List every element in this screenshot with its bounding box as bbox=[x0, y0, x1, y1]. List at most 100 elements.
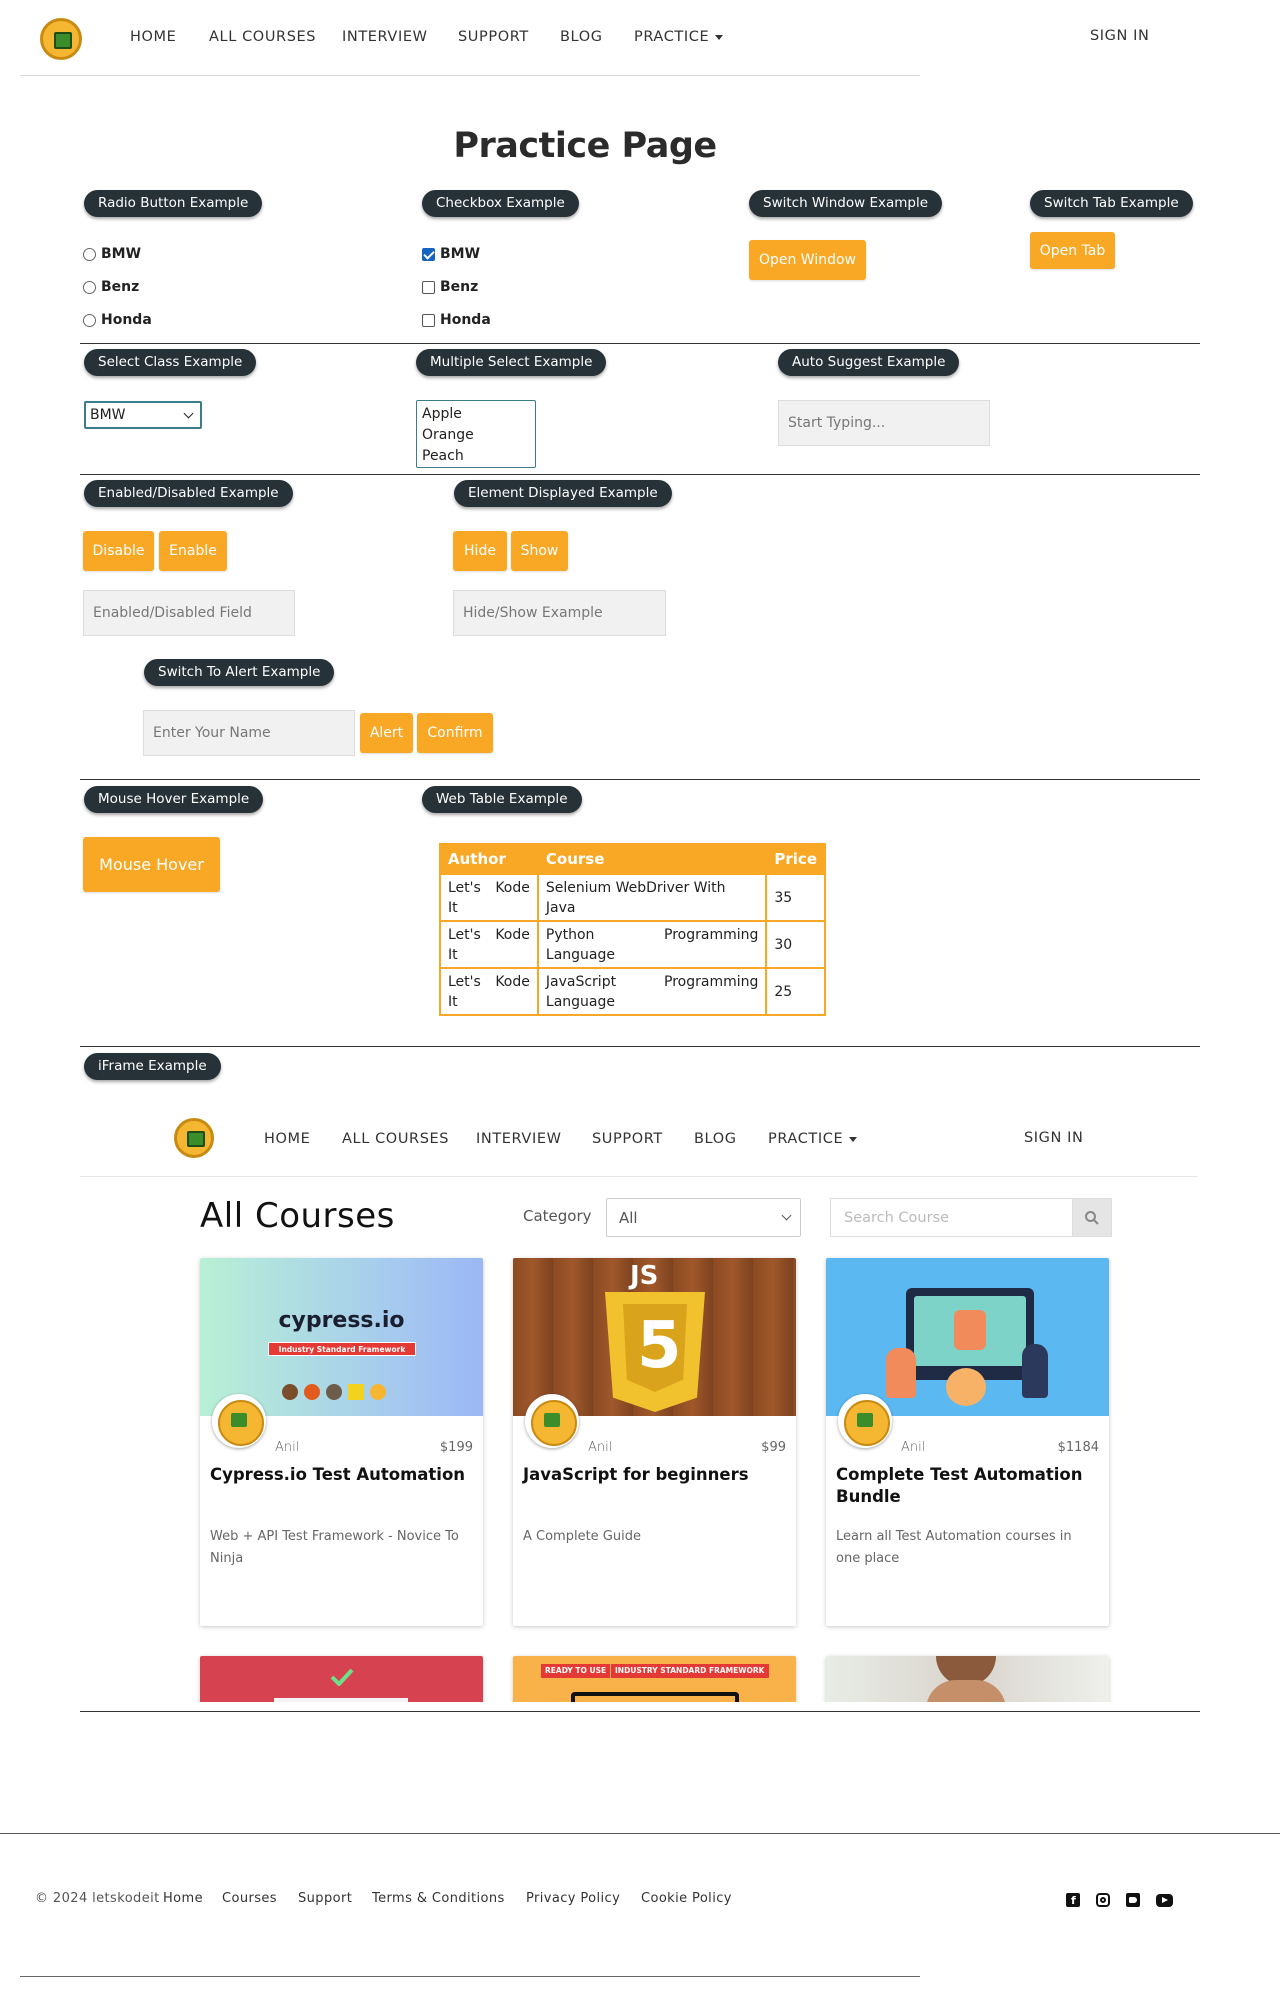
alert-legend: Switch To Alert Example bbox=[144, 659, 335, 686]
nav-practice[interactable]: PRACTICE bbox=[634, 29, 724, 45]
iframe-nav-divider bbox=[80, 1176, 1198, 1177]
name-input[interactable]: Enter Your Name bbox=[143, 710, 355, 756]
course-image-javascript: JS 5 bbox=[513, 1258, 796, 1416]
facebook-icon[interactable]: f bbox=[1066, 1893, 1080, 1907]
table-row: Let's Kode It Python Programming Languag… bbox=[439, 920, 826, 969]
checkbox-box[interactable] bbox=[422, 280, 435, 294]
course-card-cypress[interactable]: cypress.io Industry Standard Framework A… bbox=[200, 1258, 483, 1626]
section-divider bbox=[80, 1711, 1200, 1712]
checkbox-box[interactable] bbox=[422, 247, 435, 261]
nav-interview[interactable]: INTERVIEW bbox=[342, 29, 428, 45]
checkbox-honda[interactable]: Honda bbox=[422, 312, 491, 328]
nav-blog[interactable]: BLOG bbox=[560, 29, 603, 45]
element-displayed-legend: Element Displayed Example bbox=[454, 480, 672, 507]
course-author: Anil bbox=[588, 1440, 613, 1455]
iframe-nav-all-courses[interactable]: ALL COURSES bbox=[342, 1131, 449, 1147]
nav-support[interactable]: SUPPORT bbox=[458, 29, 529, 45]
multi-select-option[interactable]: Apple bbox=[422, 404, 530, 425]
course-image-partial bbox=[826, 1656, 1109, 1702]
enabled-example-input[interactable]: Enabled/Disabled Field bbox=[83, 590, 295, 636]
course-price: $199 bbox=[439, 1440, 473, 1455]
footer-link-cookie[interactable]: Cookie Policy bbox=[641, 1891, 732, 1906]
checkbox-box[interactable] bbox=[422, 313, 435, 327]
course-card-partial[interactable]: READY TO USE INDUSTRY STANDARD FRAMEWORK bbox=[513, 1656, 796, 1702]
course-card-partial[interactable] bbox=[200, 1656, 483, 1702]
table-cell-price: 30 bbox=[765, 920, 826, 969]
hide-button[interactable]: Hide bbox=[453, 531, 507, 571]
radio-circle[interactable] bbox=[83, 280, 96, 294]
course-price: $99 bbox=[761, 1440, 786, 1455]
course-card-javascript[interactable]: JS 5 Anil $99 JavaScript for beginners A… bbox=[513, 1258, 796, 1626]
fruit-multi-select[interactable]: Apple Orange Peach bbox=[416, 400, 536, 468]
open-window-button[interactable]: Open Window bbox=[749, 240, 866, 280]
iframe-nav-interview[interactable]: INTERVIEW bbox=[476, 1131, 562, 1147]
radio-label: Benz bbox=[101, 279, 140, 295]
col-header-author: Author bbox=[439, 843, 539, 875]
iframe-nav-sign-in[interactable]: SIGN IN bbox=[1024, 1130, 1084, 1146]
footer-link-privacy[interactable]: Privacy Policy bbox=[526, 1891, 620, 1906]
section-divider bbox=[80, 779, 1200, 780]
car-select[interactable]: BMW bbox=[84, 401, 202, 429]
nav-all-courses[interactable]: ALL COURSES bbox=[209, 29, 316, 45]
youtube-icon[interactable] bbox=[1156, 1894, 1173, 1907]
nav-divider bbox=[20, 75, 920, 76]
search-button[interactable] bbox=[1072, 1198, 1112, 1237]
confirm-button[interactable]: Confirm bbox=[417, 713, 493, 753]
mouse-hover-legend: Mouse Hover Example bbox=[84, 786, 264, 813]
checkbox-benz[interactable]: Benz bbox=[422, 279, 478, 295]
nav-home[interactable]: HOME bbox=[130, 29, 176, 45]
table-cell-author: Let's Kode It bbox=[439, 873, 539, 922]
mouse-hover-button[interactable]: Mouse Hover bbox=[83, 837, 220, 892]
category-select[interactable]: All bbox=[606, 1198, 801, 1237]
course-card-bundle[interactable]: Anil $1184 Complete Test Automation Bund… bbox=[826, 1258, 1109, 1626]
footer-link-terms[interactable]: Terms & Conditions bbox=[372, 1891, 505, 1906]
nav-sign-in[interactable]: SIGN IN bbox=[1090, 28, 1150, 44]
alert-button[interactable]: Alert bbox=[360, 713, 413, 753]
table-cell-author: Let's Kode It bbox=[439, 967, 539, 1016]
radio-bmw[interactable]: BMW bbox=[83, 246, 141, 262]
instagram-icon[interactable] bbox=[1096, 1893, 1110, 1907]
course-image-partial bbox=[200, 1656, 483, 1702]
iframe-nav-home[interactable]: HOME bbox=[264, 1131, 310, 1147]
footer-link-support[interactable]: Support bbox=[298, 1891, 352, 1906]
twitter-icon[interactable] bbox=[1126, 1893, 1140, 1907]
radio-circle[interactable] bbox=[83, 313, 96, 327]
tool-icons-row bbox=[282, 1384, 386, 1400]
iframe-nav-support[interactable]: SUPPORT bbox=[592, 1131, 663, 1147]
radio-circle[interactable] bbox=[83, 247, 96, 261]
radio-label: BMW bbox=[101, 246, 142, 262]
checkbox-label: BMW bbox=[440, 246, 481, 262]
autosuggest-input[interactable]: Start Typing... bbox=[778, 400, 990, 446]
enabled-disabled-legend: Enabled/Disabled Example bbox=[84, 480, 293, 507]
iframe-nav-practice[interactable]: PRACTICE bbox=[768, 1131, 858, 1147]
multi-select-option[interactable]: Orange bbox=[422, 425, 530, 446]
auto-suggest-legend: Auto Suggest Example bbox=[778, 349, 960, 376]
enable-button[interactable]: Enable bbox=[159, 531, 227, 571]
footer-link-courses[interactable]: Courses bbox=[222, 1891, 277, 1906]
iframe-nav-blog[interactable]: BLOG bbox=[694, 1131, 737, 1147]
footer-link-home[interactable]: Home bbox=[163, 1891, 203, 1906]
open-tab-button[interactable]: Open Tab bbox=[1030, 232, 1115, 269]
web-table-wrapper: Author Course Price Let's Kode It Seleni… bbox=[439, 843, 826, 1016]
iframe-logo[interactable] bbox=[174, 1118, 214, 1158]
disable-button[interactable]: Disable bbox=[83, 531, 154, 571]
courses-iframe[interactable]: HOME ALL COURSES INTERVIEW SUPPORT BLOG … bbox=[80, 1090, 1200, 1702]
multi-select-option[interactable]: Peach bbox=[422, 446, 530, 467]
col-header-price: Price bbox=[765, 843, 826, 875]
site-logo[interactable] bbox=[40, 18, 82, 60]
displayed-text-input[interactable]: Hide/Show Example bbox=[453, 590, 666, 636]
show-button[interactable]: Show bbox=[511, 531, 568, 571]
car-select-value: BMW bbox=[90, 407, 126, 423]
col-header-course: Course bbox=[536, 843, 768, 875]
iframe-legend: iFrame Example bbox=[84, 1053, 221, 1080]
search-course-input[interactable]: Search Course bbox=[830, 1198, 1075, 1237]
checkbox-bmw[interactable]: BMW bbox=[422, 246, 480, 262]
radio-honda[interactable]: Honda bbox=[83, 312, 152, 328]
radio-benz[interactable]: Benz bbox=[83, 279, 139, 295]
nav-practice-label: PRACTICE bbox=[634, 29, 710, 45]
course-description: A Complete Guide bbox=[523, 1529, 641, 1544]
course-card-partial[interactable] bbox=[826, 1656, 1109, 1702]
table-cell-course: JavaScript Programming Language bbox=[536, 967, 768, 1016]
table-cell-course: Selenium WebDriver With Java bbox=[536, 873, 768, 922]
course-description: Web + API Test Framework - Novice To Nin… bbox=[210, 1529, 459, 1566]
